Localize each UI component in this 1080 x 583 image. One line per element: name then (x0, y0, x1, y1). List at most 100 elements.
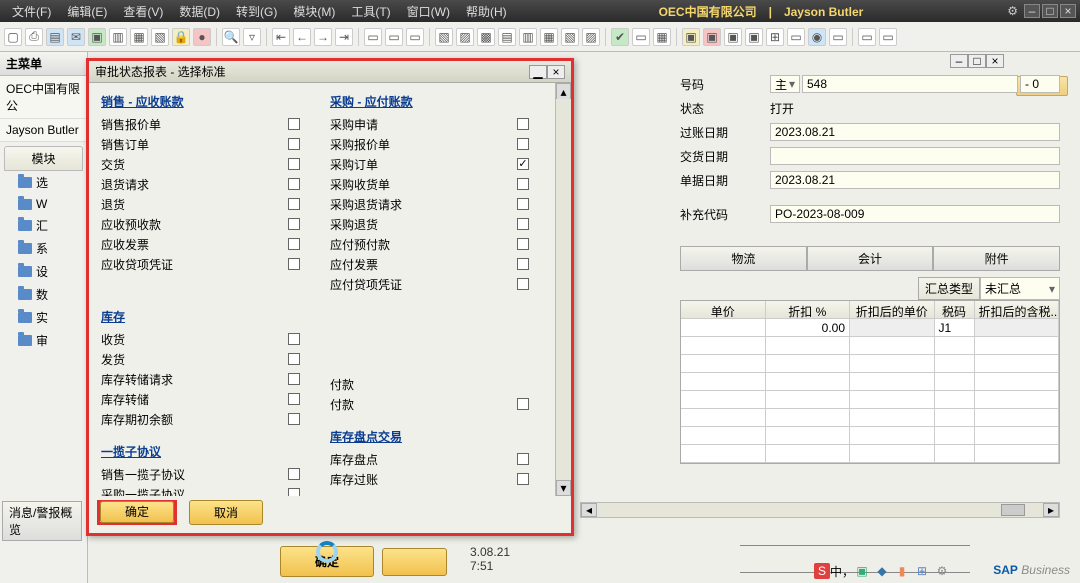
tb-l-icon[interactable]: ▭ (829, 28, 847, 46)
chk-sales-4[interactable] (288, 198, 300, 210)
tb-export-icon[interactable]: ▥ (109, 28, 127, 46)
field-postdate[interactable]: 2023.08.21 (770, 123, 1060, 141)
col-discountprice[interactable]: 折扣后的单价 (850, 301, 935, 319)
confirm-button[interactable]: 确定 (280, 546, 374, 577)
chk-stock-0[interactable] (517, 453, 529, 465)
dialog-close-icon[interactable]: × (547, 65, 565, 79)
col-tax[interactable]: 税码 (935, 301, 975, 319)
settings-icon[interactable]: ⚙ (1007, 4, 1018, 18)
grid-row[interactable] (681, 445, 1059, 463)
menu-edit[interactable]: 编辑(E) (59, 1, 115, 22)
grid-row[interactable] (681, 373, 1059, 391)
tb-doc2-icon[interactable]: ▭ (385, 28, 403, 46)
tb-globe-icon[interactable]: ◉ (808, 28, 826, 46)
tb-cal-icon[interactable]: ▦ (653, 28, 671, 46)
tb-save-icon[interactable]: ▣ (88, 28, 106, 46)
tb-doc3-icon[interactable]: ▭ (406, 28, 424, 46)
col-price[interactable]: 单价 (681, 301, 766, 319)
tb-layout-icon[interactable]: ▩ (477, 28, 495, 46)
subwin-max-icon[interactable]: □ (968, 54, 986, 68)
tb-mail-icon[interactable]: ✉ (67, 28, 85, 46)
field-docdate[interactable]: 2023.08.21 (770, 171, 1060, 189)
tb-m-icon[interactable]: ▭ (858, 28, 876, 46)
tab-accounting[interactable]: 会计 (807, 246, 934, 270)
chk-sales-1[interactable] (288, 138, 300, 150)
chk-pur-1[interactable] (517, 138, 529, 150)
tray-2-icon[interactable]: ◆ (874, 563, 890, 579)
chk-sales-3[interactable] (288, 178, 300, 190)
chk-inv-2[interactable] (288, 373, 300, 385)
maximize-icon[interactable]: □ (1042, 4, 1058, 18)
menu-window[interactable]: 窗口(W) (399, 1, 458, 22)
tray-1-icon[interactable]: ▣ (854, 563, 870, 579)
message-bar[interactable]: 消息/警报概览 (2, 501, 82, 541)
cell-taxprice[interactable] (975, 319, 1060, 337)
menu-help[interactable]: 帮助(H) (458, 1, 515, 22)
close-icon[interactable]: × (1060, 4, 1076, 18)
tb-next-icon[interactable]: → (314, 28, 332, 46)
tree-item-4[interactable]: 设 (0, 260, 87, 283)
scroll-up-icon[interactable]: ▴ (556, 83, 571, 99)
field-extra[interactable]: PO-2023-08-009 (770, 205, 1060, 223)
menu-goto[interactable]: 转到(G) (228, 1, 285, 22)
scroll-left-icon[interactable]: ◂ (581, 503, 597, 517)
tb-e-icon[interactable]: ▨ (582, 28, 600, 46)
chk-pur-8[interactable] (517, 278, 529, 290)
grid-row[interactable] (681, 391, 1059, 409)
scroll-right-icon[interactable]: ▸ (1043, 503, 1059, 517)
menu-data[interactable]: 数据(D) (171, 1, 228, 22)
tb-print-icon[interactable]: ⎙ (25, 28, 43, 46)
tb-g-icon[interactable]: ▣ (682, 28, 700, 46)
tb-c-icon[interactable]: ▦ (540, 28, 558, 46)
summary-combo[interactable]: 未汇总 (980, 277, 1060, 300)
cell-discountprice[interactable] (850, 319, 935, 337)
cell-discount[interactable]: 0.00 (766, 319, 851, 337)
tb-j-icon[interactable]: ▣ (745, 28, 763, 46)
tray-5-icon[interactable]: ⚙ (934, 563, 950, 579)
chk-pur-5[interactable] (517, 218, 529, 230)
tb-f-icon[interactable]: ▭ (632, 28, 650, 46)
tree-item-3[interactable]: 系 (0, 237, 87, 260)
grid-row[interactable] (681, 409, 1059, 427)
tb-xls-icon[interactable]: ▦ (130, 28, 148, 46)
tb-last-icon[interactable]: ⇥ (335, 28, 353, 46)
chk-sales-7[interactable] (288, 258, 300, 270)
dialog-titlebar[interactable]: 审批状态报表 - 选择标准 ▁ × (89, 61, 571, 83)
subwin-close-icon[interactable]: × (986, 54, 1004, 68)
chk-sales-0[interactable] (288, 118, 300, 130)
menu-file[interactable]: 文件(F) (4, 1, 59, 22)
tb-h-icon[interactable]: ▣ (703, 28, 721, 46)
chk-pur-2[interactable] (517, 158, 529, 170)
chk-agree-1[interactable] (288, 488, 300, 496)
tb-new-icon[interactable]: ▢ (4, 28, 22, 46)
tree-item-6[interactable]: 实 (0, 306, 87, 329)
chk-pur-4[interactable] (517, 198, 529, 210)
field-code-suffix[interactable]: - 0 (1020, 75, 1060, 93)
tb-report-icon[interactable]: ▨ (456, 28, 474, 46)
chk-sales-5[interactable] (288, 218, 300, 230)
chk-inv-4[interactable] (288, 413, 300, 425)
grid-row[interactable] (681, 337, 1059, 355)
field-code-num[interactable]: 548 (802, 75, 1018, 93)
chk-pur-3[interactable] (517, 178, 529, 190)
dialog-min-icon[interactable]: ▁ (529, 65, 547, 79)
menu-module[interactable]: 模块(M) (285, 1, 343, 22)
chk-pur-6[interactable] (517, 238, 529, 250)
tree-item-0[interactable]: 选 (0, 171, 87, 194)
tb-prev-icon[interactable]: ← (293, 28, 311, 46)
field-deliverdate[interactable] (770, 147, 1060, 165)
tree-item-5[interactable]: 数 (0, 283, 87, 306)
tb-first-icon[interactable]: ⇤ (272, 28, 290, 46)
chk-sales-6[interactable] (288, 238, 300, 250)
ok-button[interactable]: 确定 (100, 501, 174, 523)
col-discount[interactable]: 折扣 % (766, 301, 851, 319)
dialog-vscroll[interactable]: ▴ ▾ (555, 83, 571, 496)
tb-doc1-icon[interactable]: ▭ (364, 28, 382, 46)
minimize-icon[interactable]: – (1024, 4, 1040, 18)
chk-pur-7[interactable] (517, 258, 529, 270)
chk-inv-1[interactable] (288, 353, 300, 365)
tb-n-icon[interactable]: ▭ (879, 28, 897, 46)
chk-pay-1[interactable] (517, 398, 529, 410)
tb-preview-icon[interactable]: ▤ (46, 28, 64, 46)
tb-tree-icon[interactable]: ⊞ (766, 28, 784, 46)
